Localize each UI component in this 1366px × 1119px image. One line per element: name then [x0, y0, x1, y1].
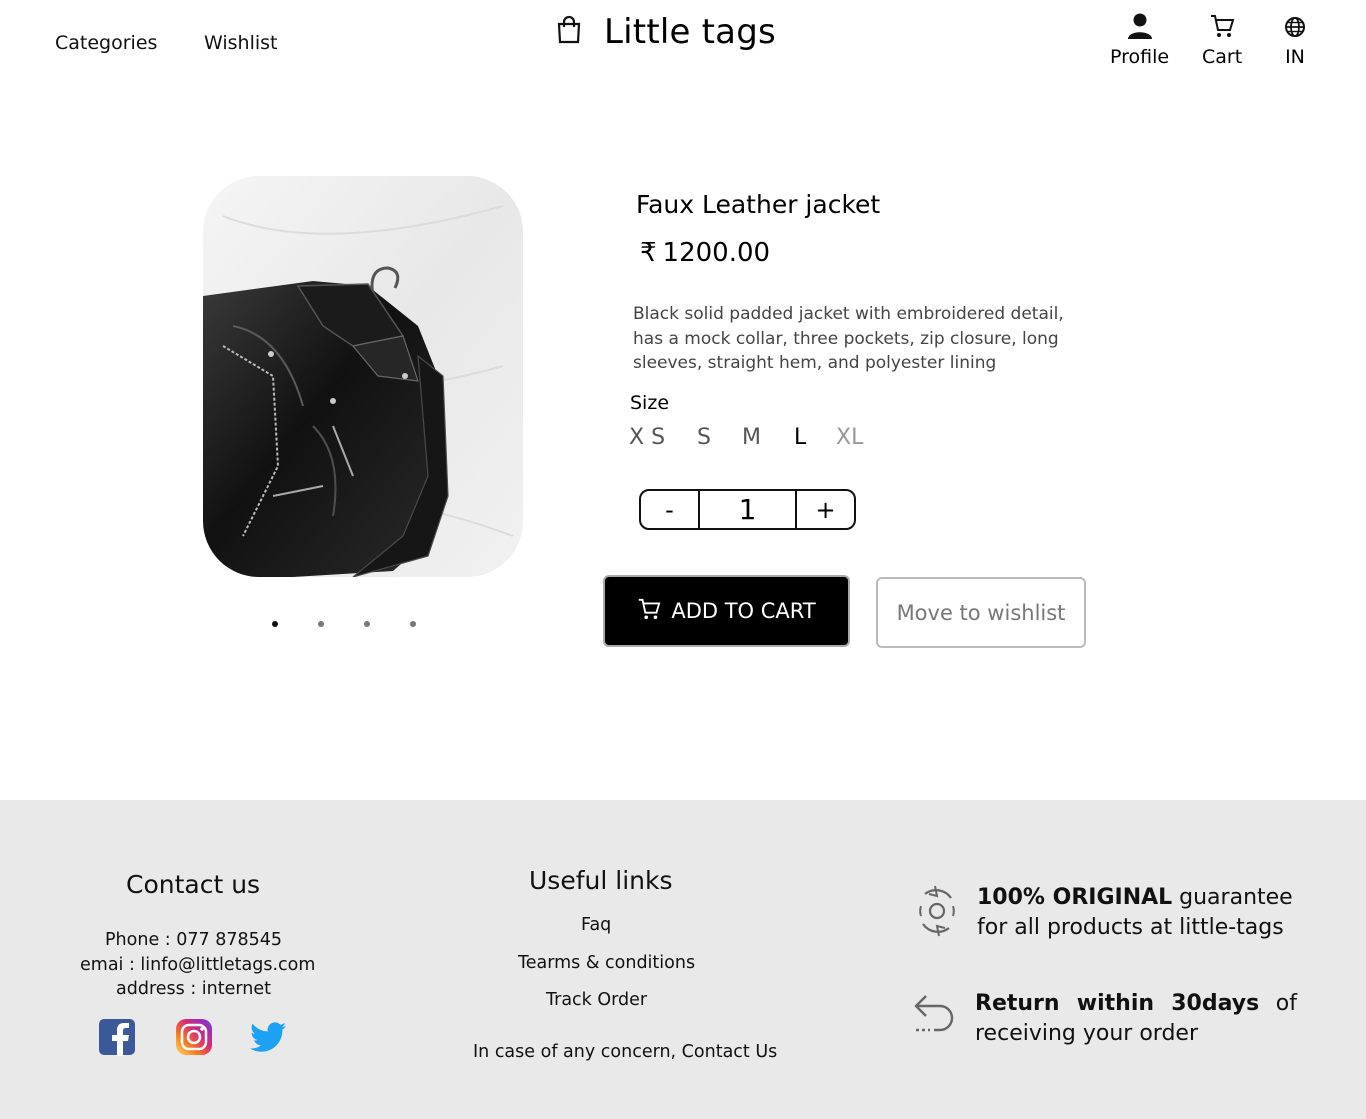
add-to-cart-label: ADD TO CART — [671, 599, 816, 623]
size-option-m[interactable]: M — [742, 425, 761, 450]
cart-icon — [1209, 12, 1235, 44]
original-guarantee-bold: 100% ORIGINAL — [977, 885, 1173, 910]
size-option-l[interactable]: L — [794, 425, 806, 450]
instagram-icon[interactable] — [175, 1018, 213, 1056]
twitter-icon[interactable] — [250, 1018, 288, 1056]
cart-button[interactable]: Cart — [1202, 12, 1242, 68]
profile-label: Profile — [1110, 46, 1170, 68]
carousel-dot-3[interactable] — [364, 621, 370, 627]
quantity-stepper: - 1 + — [639, 489, 856, 530]
contact-address: address : internet — [116, 979, 271, 999]
price-value: 1200.00 — [662, 238, 771, 268]
useful-links-title: Useful links — [529, 866, 673, 895]
contact-email[interactable]: emai : linfo@littletags.com — [80, 955, 315, 975]
original-badge-icon — [915, 884, 959, 942]
carousel-dot-2[interactable] — [318, 621, 324, 627]
user-icon — [1127, 12, 1153, 44]
brand-logo[interactable]: Little tags — [556, 12, 776, 52]
size-label: Size — [630, 392, 670, 414]
contact-title: Contact us — [126, 870, 261, 899]
region-selector[interactable]: IN — [1283, 12, 1307, 68]
move-to-wishlist-button[interactable]: Move to wishlist — [876, 577, 1086, 648]
quantity-increase-button[interactable]: + — [797, 491, 854, 528]
terms-link[interactable]: Tearms & conditions — [518, 953, 695, 973]
size-option-s[interactable]: S — [697, 425, 711, 450]
return-arrow-icon — [912, 992, 956, 1040]
profile-button[interactable]: Profile — [1110, 12, 1169, 68]
return-guarantee-bold: Return within 30days — [975, 991, 1260, 1016]
contact-us-note[interactable]: In case of any concern, Contact Us — [473, 1042, 777, 1062]
quantity-decrease-button[interactable]: - — [641, 491, 698, 528]
shopping-bag-icon — [556, 15, 582, 49]
carousel-dot-4[interactable] — [410, 621, 416, 627]
size-option-xl: XL — [836, 425, 864, 450]
leather-jacket-photo — [203, 176, 523, 577]
faq-link[interactable]: Faq — [581, 915, 611, 935]
return-guarantee: Return within 30days of receiving your o… — [975, 989, 1297, 1049]
region-label: IN — [1285, 46, 1305, 68]
image-carousel-dots — [272, 621, 416, 627]
original-guarantee: 100% ORIGINAL guarantee for all products… — [977, 883, 1302, 943]
nav-categories-link[interactable]: Categories — [55, 32, 157, 54]
carousel-dot-1[interactable] — [272, 621, 278, 627]
brand-title: Little tags — [604, 12, 776, 52]
product-name: Faux Leather jacket — [636, 190, 881, 219]
product-description: Black solid padded jacket with embroider… — [633, 304, 1064, 373]
globe-icon — [1283, 12, 1307, 44]
add-to-cart-button[interactable]: ADD TO CART — [603, 575, 850, 647]
facebook-icon[interactable] — [98, 1018, 136, 1056]
size-option-xs[interactable]: X S — [629, 425, 665, 450]
cart-label: Cart — [1202, 46, 1243, 68]
nav-wishlist-link[interactable]: Wishlist — [204, 32, 278, 54]
quantity-value[interactable]: 1 — [698, 491, 797, 528]
product-image[interactable] — [203, 176, 523, 577]
product-price: ₹ 1200.00 — [640, 238, 770, 268]
contact-phone: Phone : 077 878545 — [105, 930, 282, 950]
track-order-link[interactable]: Track Order — [546, 990, 647, 1010]
cart-icon — [637, 596, 661, 627]
rupee-icon: ₹ — [640, 238, 657, 268]
